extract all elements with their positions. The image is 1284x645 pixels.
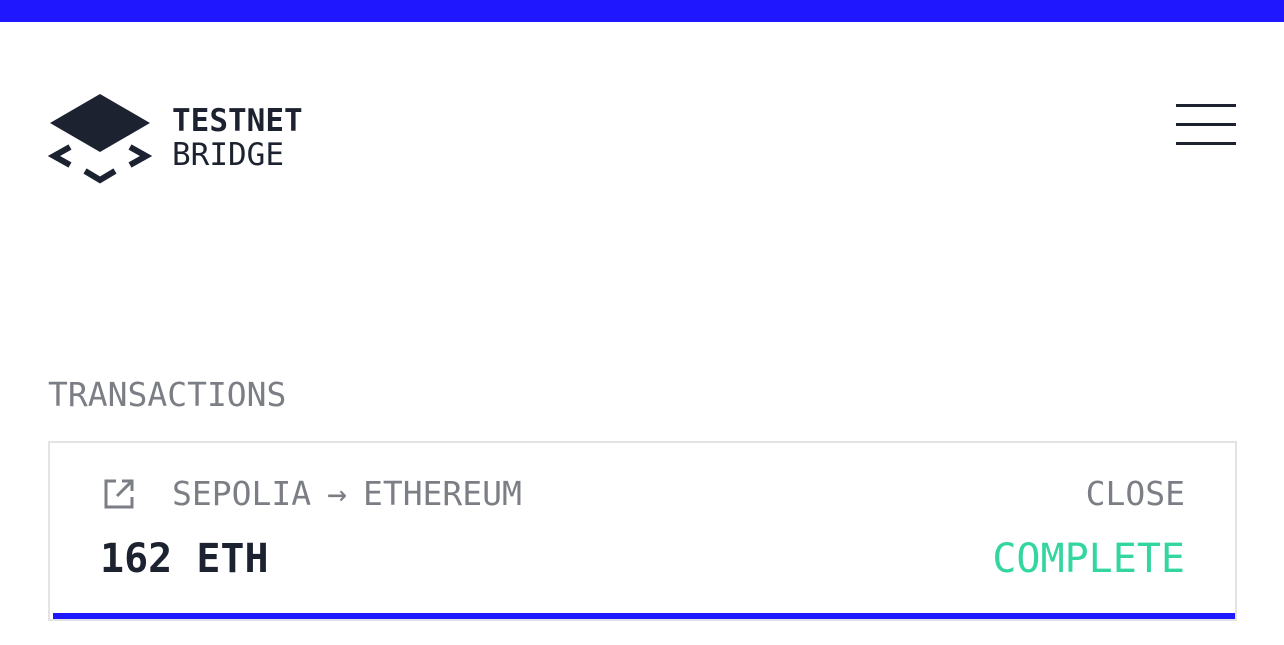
logo-line-2: BRIDGE — [172, 137, 284, 173]
external-link-icon[interactable] — [102, 477, 136, 511]
transaction-card: SEPOLIA → ETHEREUM CLOSE 162 ETH COMPLETE — [48, 441, 1237, 621]
progress-bar — [53, 613, 1235, 619]
logo-line-1: TESTNET — [172, 103, 303, 139]
progress-bar-fill — [53, 613, 1235, 619]
close-button[interactable]: CLOSE — [1086, 474, 1185, 513]
transaction-amount: 162 ETH — [100, 536, 269, 582]
logo-wordmark: TESTNET BRIDGE — [172, 104, 303, 172]
top-accent-bar — [0, 0, 1284, 22]
destination-network: ETHEREUM — [362, 474, 522, 513]
hamburger-menu-icon[interactable] — [1176, 104, 1236, 146]
arrow-right-icon: → — [327, 474, 347, 513]
transaction-route: SEPOLIA → ETHEREUM — [172, 474, 522, 513]
status-label: COMPLETE — [992, 536, 1185, 582]
transactions-heading: TRANSACTIONS — [48, 375, 287, 414]
source-network: SEPOLIA — [172, 474, 312, 513]
bridge-diamond-icon — [48, 94, 152, 184]
logo[interactable]: TESTNET BRIDGE — [48, 94, 303, 186]
